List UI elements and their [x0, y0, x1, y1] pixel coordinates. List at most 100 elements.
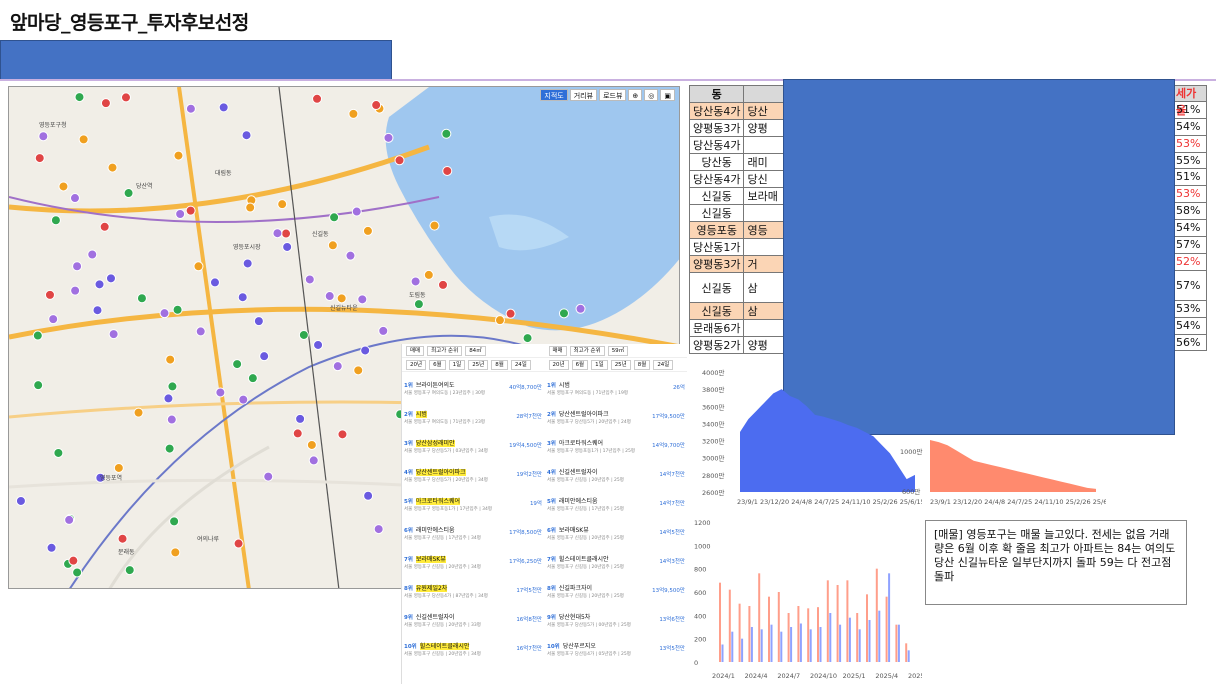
filter-date[interactable]: 20년 — [548, 359, 569, 370]
map-pin[interactable] — [304, 274, 315, 285]
map-pin[interactable] — [74, 92, 85, 103]
map-pin[interactable] — [438, 279, 449, 290]
map-pin[interactable] — [336, 293, 347, 304]
map-pin[interactable] — [108, 329, 119, 340]
map-pin[interactable] — [105, 273, 116, 284]
zoom-icon[interactable]: ⊕ — [628, 89, 643, 101]
ranking-item[interactable]: 2위 당산센트럴아이파크 서울 영등포구 당산동5가 | 20년입주 | 24평 17… — [547, 411, 687, 438]
ranking-item[interactable]: 9위 당산현대5차 서울 영등포구 당산동5가 | 00년입주 | 25평 13억6천… — [547, 614, 687, 641]
map-pin[interactable] — [329, 212, 340, 223]
map-pin[interactable] — [237, 292, 248, 303]
map-pin[interactable] — [253, 316, 264, 327]
map-pin[interactable] — [100, 98, 111, 109]
map-pin[interactable] — [295, 413, 306, 424]
map-pin[interactable] — [72, 567, 83, 578]
map-pin[interactable] — [124, 565, 135, 576]
ranking-item[interactable]: 1위 시범 서울 영등포구 여의도동 | 71년입주 | 19평 26억 — [547, 382, 687, 409]
layers-icon[interactable]: ▣ — [660, 89, 675, 101]
map-pin[interactable] — [413, 299, 424, 310]
map-pin[interactable] — [215, 387, 226, 398]
map-pin[interactable] — [133, 407, 144, 418]
filter-date[interactable]: 8월 — [491, 359, 508, 370]
ranking-item[interactable]: 2위 시범 서울 영등포구 여의도동 | 71년입주 | 23평 28억7천만 — [404, 411, 544, 438]
map-pin[interactable] — [48, 314, 59, 325]
ranking-item[interactable]: 4위 당산센트럴아이파크 서울 영등포구 당산동5가 | 20년입주 | 34평 19… — [404, 469, 544, 496]
ranking-item[interactable]: 8위 신길파크자이 서울 영등포구 신길동 | 20년입주 | 25평 13억9,50… — [547, 585, 687, 612]
map-pin[interactable] — [99, 221, 110, 232]
map-pin[interactable] — [53, 447, 64, 458]
ranking-item[interactable]: 10위 당산푸르지오 서울 영등포구 당산동4가 | 05년입주 | 25평 13억5… — [547, 643, 687, 670]
map-pin[interactable] — [373, 524, 384, 535]
ranking-item[interactable]: 8위 유원제일2차 서울 영등포구 당산동4가 | 87년입주 | 34평 17억5천… — [404, 585, 544, 612]
map-pin[interactable] — [164, 443, 175, 454]
location-icon[interactable]: ◎ — [644, 89, 659, 101]
map-pin[interactable] — [308, 455, 319, 466]
map-pin[interactable] — [292, 428, 303, 439]
filter-sort[interactable]: 최고가 순위 — [569, 345, 605, 356]
map-pin[interactable] — [87, 249, 98, 260]
map-pin[interactable] — [170, 547, 181, 558]
ranking-item[interactable]: 5위 아크로타워스퀘어 서울 영등포구 영등포동1가 | 17년입주 | 34평 19… — [404, 498, 544, 525]
ranking-item[interactable]: 9위 신길센트럴자이 서울 영등포구 신길동 | 20년입주 | 33평 16억8천만 — [404, 614, 544, 641]
map-pin[interactable] — [15, 495, 26, 506]
map-pin[interactable] — [306, 439, 317, 450]
map-pin[interactable] — [357, 294, 368, 305]
map-pin[interactable] — [371, 100, 382, 111]
map-pin[interactable] — [442, 165, 453, 176]
map-pin[interactable] — [159, 308, 170, 319]
filter-size[interactable]: 59㎡ — [607, 345, 629, 356]
map-pin[interactable] — [64, 514, 75, 525]
map-pin[interactable] — [33, 380, 44, 391]
filter-date[interactable]: 20년 — [406, 359, 427, 370]
roadview-button[interactable]: 로드뷰 — [599, 89, 627, 101]
map-pin[interactable] — [327, 240, 338, 251]
map-pin[interactable] — [38, 131, 49, 142]
filter-size[interactable]: 84㎡ — [465, 345, 486, 356]
filter-date[interactable]: 25년 — [468, 359, 489, 370]
filter-date[interactable]: 24일 — [653, 359, 674, 370]
map-pin[interactable] — [209, 277, 220, 288]
ranking-item[interactable]: 6위 래미안에스티움 서울 영등포구 신길동 | 17년입주 | 34평 17억8,5… — [404, 527, 544, 554]
map-pin[interactable] — [348, 108, 359, 119]
filter-deal[interactable]: 매매 — [406, 345, 425, 356]
map-pin[interactable] — [166, 414, 177, 425]
filter-date[interactable]: 25년 — [610, 359, 631, 370]
map-pin[interactable] — [173, 150, 184, 161]
streetview-button[interactable]: 거리뷰 — [569, 89, 598, 101]
ranking-item[interactable]: 5위 래미안에스티움 서울 영등포구 신길동 | 17년입주 | 25평 14억7천만 — [547, 498, 687, 525]
map-pin[interactable] — [558, 308, 569, 319]
ranking-item[interactable]: 7위 힐스테이트클래시안 서울 영등포구 신길동 | 20년입주 | 25평 14억3… — [547, 556, 687, 583]
map-pin[interactable] — [92, 305, 103, 316]
map-pin[interactable] — [69, 193, 80, 204]
map-pin[interactable] — [241, 130, 252, 141]
map-pin[interactable] — [175, 208, 186, 219]
map-pin[interactable] — [169, 516, 180, 527]
map-pin[interactable] — [313, 339, 324, 350]
map-pin[interactable] — [245, 202, 256, 213]
map-pin[interactable] — [172, 304, 183, 315]
ranking-item[interactable]: 3위 아크로타워스퀘어 서울 영등포구 영등포동1가 | 17년입주 | 25평 14… — [547, 440, 687, 467]
map-pin[interactable] — [429, 220, 440, 231]
cadastral-button[interactable]: 지적도 — [540, 89, 568, 101]
map-pin[interactable] — [281, 228, 292, 239]
map-pin[interactable] — [34, 153, 45, 164]
map-pin[interactable] — [441, 128, 452, 139]
map-pin[interactable] — [263, 471, 274, 482]
map-pin[interactable] — [195, 326, 206, 337]
map-pin[interactable] — [193, 261, 204, 272]
map-pin[interactable] — [242, 258, 253, 269]
map-pin[interactable] — [337, 429, 348, 440]
map-pin[interactable] — [70, 285, 81, 296]
map-pin[interactable] — [72, 261, 83, 272]
map-pin[interactable] — [163, 393, 174, 404]
filter-date[interactable]: 1일 — [591, 359, 608, 370]
map-pin[interactable] — [185, 205, 196, 216]
map-pin[interactable] — [136, 293, 147, 304]
map-pin[interactable] — [107, 162, 118, 173]
map-pin[interactable] — [360, 345, 371, 356]
map-controls[interactable]: 지적도 거리뷰 로드뷰 ⊕ ◎ ▣ — [540, 89, 675, 101]
map-pin[interactable] — [575, 303, 586, 314]
map-pin[interactable] — [58, 181, 69, 192]
map-pin[interactable] — [332, 361, 343, 372]
ranking-item[interactable]: 3위 당산삼성래미안 서울 영등포구 당산동5가 | 03년입주 | 34평 19억4… — [404, 440, 544, 467]
